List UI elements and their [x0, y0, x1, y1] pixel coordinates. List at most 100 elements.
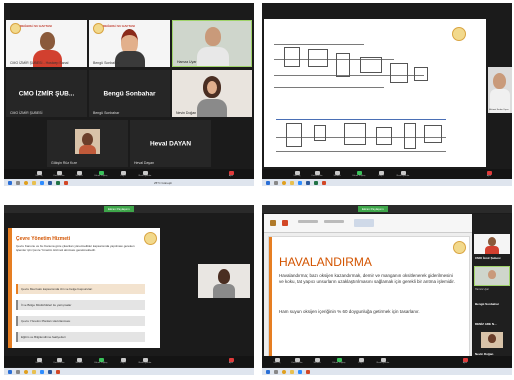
participants-button[interactable]: Katılımcılar	[310, 170, 324, 177]
meeting-share-window: Ekran Paylaşımı Çevre Yönetim Hizmeti Çe…	[4, 205, 254, 375]
slide-paragraph: Ham suyun oksijen içeriğinin % 60 doygun…	[279, 309, 420, 314]
search-icon[interactable]	[274, 180, 278, 185]
mute-button[interactable]: Sesi aç	[32, 357, 46, 364]
start-icon[interactable]	[266, 180, 270, 185]
word-icon[interactable]	[48, 369, 52, 374]
shared-drawing-canvas	[264, 19, 486, 167]
drawing-box	[308, 49, 328, 67]
participants-button[interactable]: Katılımcılar	[290, 357, 304, 364]
folder-icon[interactable]	[32, 180, 36, 185]
participant-name: CMO İzmir Şubesi	[475, 256, 501, 260]
reactions-button[interactable]: Reaksiyonlar	[138, 170, 152, 177]
word-icon[interactable]	[48, 180, 52, 185]
record-button[interactable]: Kayıt	[116, 170, 130, 177]
mute-button[interactable]: Sesi aç	[290, 170, 304, 177]
video-tile[interactable]: Heval DAYAN Heval Dayan	[130, 120, 211, 167]
powerpoint-icon[interactable]	[64, 180, 68, 185]
participant-avatar	[488, 270, 496, 279]
share-screen-button[interactable]: Ekran Paylaş	[332, 357, 346, 364]
share-top-bar: Ekran Paylaşımı	[4, 205, 254, 213]
start-icon[interactable]	[8, 369, 12, 374]
participants-button[interactable]: Katılımcılar	[52, 357, 66, 364]
mute-button[interactable]: Sesi aç	[32, 170, 46, 177]
powerpoint-icon[interactable]	[306, 369, 310, 374]
start-icon[interactable]	[8, 180, 12, 185]
chat-button[interactable]: Sohbet	[310, 357, 324, 364]
leave-button[interactable]: Ayrıl	[224, 357, 238, 364]
search-icon[interactable]	[16, 180, 20, 185]
powerpoint-icon[interactable]	[322, 180, 326, 185]
share-screen-button[interactable]: Ekran Paylaş	[352, 170, 366, 177]
search-icon[interactable]	[274, 369, 278, 374]
paste-icon[interactable]	[270, 220, 276, 226]
leave-button[interactable]: Ayrıl	[458, 357, 472, 364]
participant-name: Bengü Sonbahar	[93, 111, 120, 115]
record-button[interactable]: Kayıt	[354, 357, 368, 364]
word-icon[interactable]	[306, 180, 310, 185]
zoom-icon[interactable]	[298, 369, 302, 374]
chat-button[interactable]: Sohbet	[72, 357, 86, 364]
chrome-icon[interactable]	[24, 369, 28, 374]
paragraph-icon[interactable]	[324, 220, 344, 223]
reactions-button[interactable]: Reaksiyonlar	[396, 170, 410, 177]
drawing-tools-icon[interactable]	[354, 219, 374, 227]
zoom-icon[interactable]	[40, 369, 44, 374]
video-tile[interactable]: Bengü Sonbahar Bengü Sonbahar	[89, 70, 170, 117]
chrome-icon[interactable]	[282, 180, 286, 185]
video-tile[interactable]: DEĞERLİ SU HAFTASI CMO İZMİR ŞUBESİ - Ho…	[6, 20, 87, 67]
folder-icon[interactable]	[290, 180, 294, 185]
slide-title: Çevre Yönetim Hizmeti	[16, 236, 71, 242]
zoom-icon[interactable]	[40, 180, 44, 185]
video-tile[interactable]: Gökşin Rüz Kıze	[47, 120, 128, 167]
share-screen-button[interactable]: Ekran Paylaş	[94, 170, 108, 177]
leave-button[interactable]: Ayrıl	[482, 170, 496, 177]
participant-body	[197, 99, 227, 117]
participant-avatar	[493, 73, 506, 89]
video-tile[interactable]: CMO İZMİR ŞUB... CMO İZMİR ŞUBESİ	[6, 70, 87, 117]
zoom-icon[interactable]	[298, 180, 302, 185]
start-icon[interactable]	[266, 369, 270, 374]
participant-avatar	[488, 334, 496, 343]
share-indicator[interactable]: Ekran Paylaşımı	[358, 206, 388, 212]
powerpoint-icon[interactable]	[56, 369, 60, 374]
chrome-icon[interactable]	[24, 180, 28, 185]
participant-avatar	[40, 32, 55, 50]
chrome-icon[interactable]	[282, 369, 286, 374]
video-tile[interactable]: Hamza Uyar	[172, 20, 252, 67]
chat-button[interactable]: Sohbet	[72, 170, 86, 177]
drawing-box	[376, 127, 392, 145]
reactions-button[interactable]: Reaksiyonlar	[376, 357, 390, 364]
taskbar	[262, 368, 512, 375]
slide-paragraph: Havalandırma; bazı oksijen kazandırmak, …	[279, 273, 455, 285]
record-button[interactable]: Kayıt	[374, 170, 388, 177]
excel-icon[interactable]	[314, 180, 318, 185]
font-icon[interactable]	[298, 220, 318, 223]
pipe-line	[276, 119, 446, 120]
participant-tile[interactable]	[481, 332, 503, 348]
leave-button[interactable]: Ayrıl	[224, 170, 238, 177]
speaker-video-tile[interactable]: Mehmet Serdar Yapıcı	[488, 67, 512, 113]
chat-button[interactable]: Sohbet	[330, 170, 344, 177]
share-top-bar: Ekran Paylaşımı	[262, 205, 512, 213]
record-button[interactable]: Kayıt	[116, 357, 130, 364]
participant-tile[interactable]	[474, 234, 510, 254]
search-icon[interactable]	[16, 369, 20, 374]
participant-body	[213, 284, 235, 298]
mute-button[interactable]: Sesi aç	[270, 357, 284, 364]
folder-icon[interactable]	[290, 369, 294, 374]
share-screen-button[interactable]: Ekran Paylaş	[94, 357, 108, 364]
slide-accent-bar	[269, 237, 272, 357]
video-tile[interactable]: DEĞERLİ SU HAFTASI Bengü Sonbahar	[89, 20, 170, 67]
drawing-box	[286, 123, 302, 147]
new-slide-icon[interactable]	[282, 220, 288, 226]
side-video-tile[interactable]	[198, 264, 250, 298]
participants-button[interactable]: Katılımcılar	[52, 170, 66, 177]
share-indicator[interactable]: Ekran Paylaşımı	[104, 206, 134, 212]
reactions-button[interactable]: Reaksiyonlar	[138, 357, 152, 364]
participant-tile[interactable]	[474, 266, 510, 286]
drawing-box	[404, 123, 416, 149]
folder-icon[interactable]	[32, 369, 36, 374]
excel-icon[interactable]	[56, 180, 60, 185]
participant-name: DENİZ ADE N...	[475, 322, 497, 326]
video-tile[interactable]: Nevin Doğan	[172, 70, 252, 117]
